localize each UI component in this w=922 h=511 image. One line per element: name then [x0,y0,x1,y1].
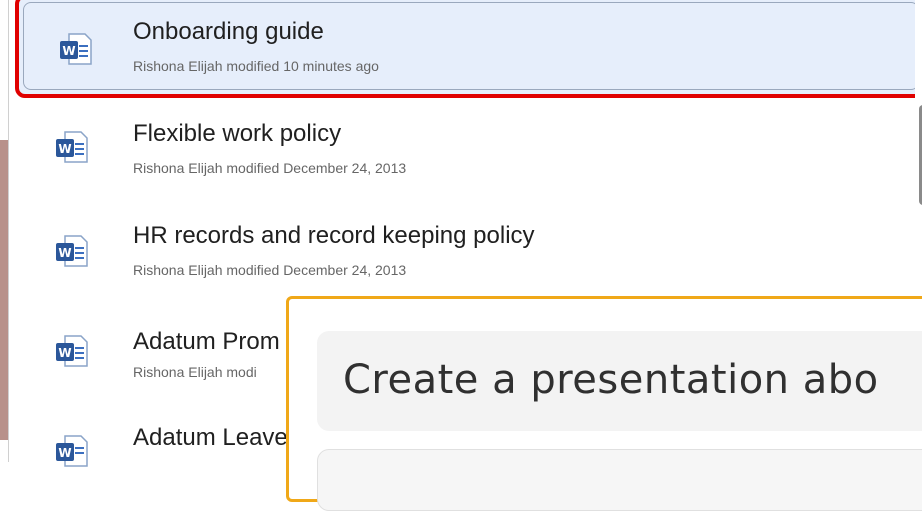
file-list-item[interactable]: W Onboarding guide Rishona Elijah modifi… [15,0,922,98]
svg-text:W: W [58,246,71,260]
file-list-item[interactable]: W Flexible work policy Rishona Elijah mo… [19,104,913,190]
svg-text:W: W [58,142,71,156]
file-modified-text: Rishona Elijah modified December 24, 201… [133,262,407,278]
file-modified-text: Rishona Elijah modified 10 minutes ago [133,58,379,74]
focus-ring [23,2,919,90]
word-doc-icon: W [60,33,92,65]
file-title: Flexible work policy [133,120,342,147]
file-title: Onboarding guide [133,18,324,45]
word-doc-icon: W [56,235,88,267]
file-title: Adatum Leave [133,424,288,451]
word-doc-icon: W [56,435,88,467]
file-modified-text: Rishona Elijah modified December 24, 201… [133,160,407,176]
prompt-suggestion-secondary[interactable] [317,449,922,511]
prompt-text: Create a presentation abo [343,357,879,403]
svg-text:W: W [58,346,71,360]
prompt-suggestion[interactable]: Create a presentation abo [317,331,922,431]
file-title: Adatum Prom [133,328,280,355]
file-modified-text: Rishona Elijah modi [133,364,257,380]
file-title: HR records and record keeping policy [133,222,535,249]
word-doc-icon: W [56,131,88,163]
file-list-item[interactable]: W HR records and record keeping policy R… [19,208,913,294]
word-doc-icon: W [56,335,88,367]
svg-text:W: W [62,44,75,58]
copilot-prompt-panel: Create a presentation abo [286,296,922,511]
svg-text:W: W [58,446,71,460]
